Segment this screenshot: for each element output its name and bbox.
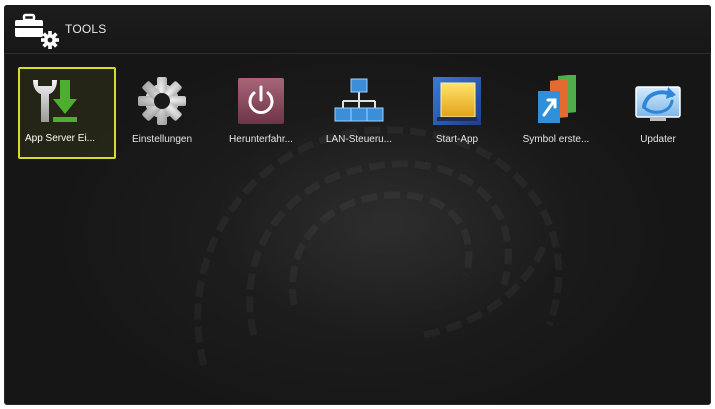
updater-icon: [635, 86, 681, 121]
app-label: Updater: [640, 134, 676, 145]
start-app-icon: [433, 77, 481, 125]
app-label: App Server Ei...: [24, 133, 96, 144]
network-icon: [334, 78, 384, 122]
title-bar: TOOLS: [4, 5, 711, 54]
app-tile-app-server[interactable]: App Server Ei...: [18, 67, 116, 159]
app-label: Start-App: [435, 134, 479, 145]
power-icon: [238, 78, 284, 124]
app-label: Einstellungen: [131, 134, 193, 145]
app-label: Symbol erste...: [522, 134, 590, 145]
tv-screen: TOOLS App Server Ei... Einstellungen Her…: [4, 5, 711, 405]
shortcut-icon: [538, 75, 576, 123]
app-tile-einstellungen[interactable]: Einstellungen: [113, 67, 211, 159]
page-title: TOOLS: [65, 22, 107, 36]
gear-icon: [138, 77, 186, 125]
app-tile-lan-steuerung[interactable]: LAN-Steueru...: [310, 67, 408, 159]
wrench-download-icon: [33, 80, 77, 122]
app-tile-symbol-erstellen[interactable]: Symbol erste...: [507, 67, 605, 159]
background-swirl: [194, 126, 563, 366]
app-tile-updater[interactable]: Updater: [609, 67, 707, 159]
toolbox-gear-icon: [15, 13, 59, 49]
app-label: Herunterfahr...: [229, 134, 293, 145]
app-tile-start-app[interactable]: Start-App: [408, 67, 506, 159]
app-label: LAN-Steueru...: [325, 134, 393, 145]
app-grid: App Server Ei... Einstellungen Herunterf…: [4, 67, 711, 167]
app-tile-herunterfahren[interactable]: Herunterfahr...: [212, 67, 310, 159]
